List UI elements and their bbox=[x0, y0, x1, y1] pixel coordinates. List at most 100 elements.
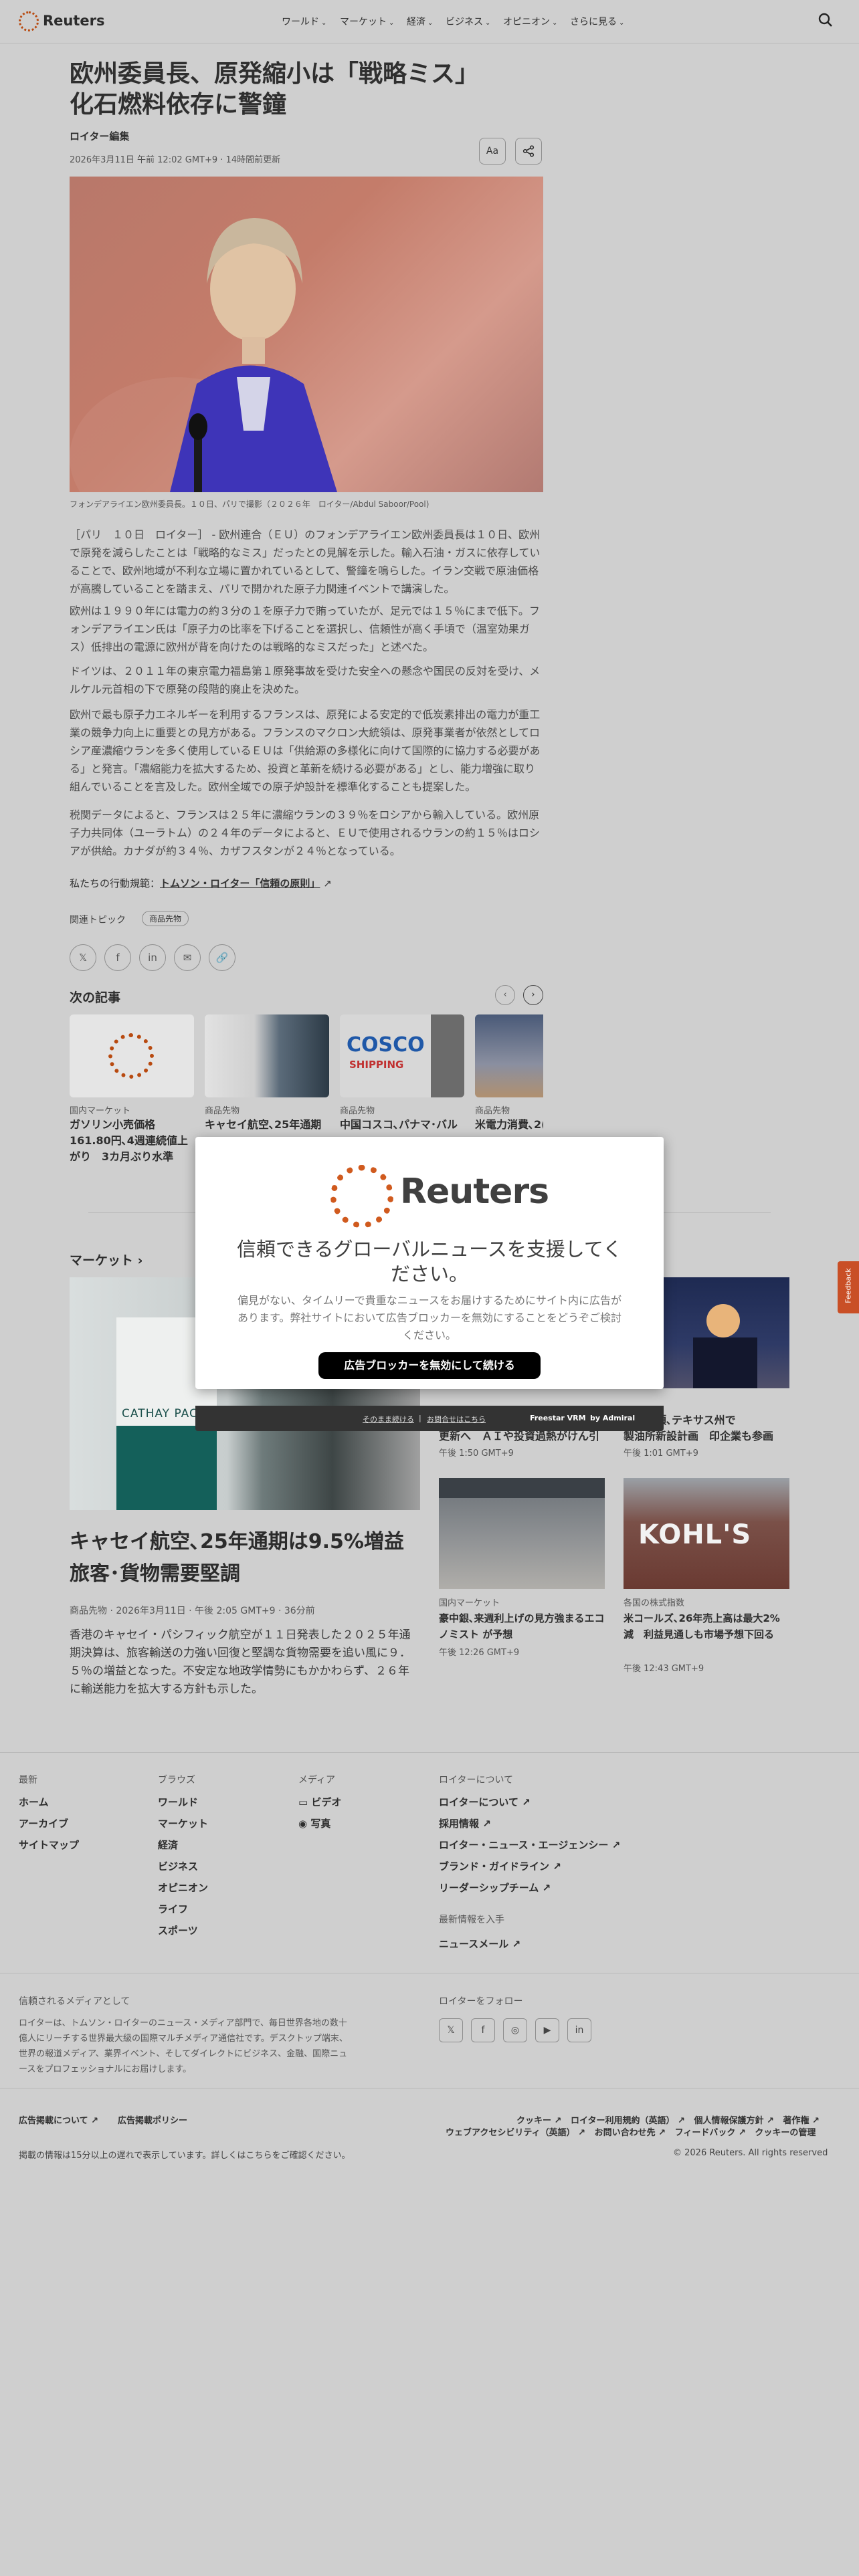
footer-link[interactable]: ニュースメール ↗ bbox=[439, 1937, 520, 1951]
footer-col-heading: 最新情報を入手 bbox=[439, 1915, 504, 1925]
text-size-button[interactable]: Aa bbox=[479, 138, 506, 165]
search-icon[interactable] bbox=[818, 12, 834, 28]
article-paragraph: ［パリ １０日 ロイター］ - 欧州連合（ＥＵ）のフォンデアライエン欧州委員長は… bbox=[70, 528, 541, 595]
external-link-icon: ↗ bbox=[88, 2116, 99, 2126]
nav-markets[interactable]: マーケット ⌄ bbox=[340, 15, 394, 28]
footer-link[interactable]: ロイター・ニュース・エージェンシー ↗ bbox=[439, 1838, 620, 1852]
footer-link[interactable]: ブランド・ガイドライン ↗ bbox=[439, 1859, 561, 1873]
brand-name[interactable]: Reuters bbox=[43, 13, 105, 29]
continue-link[interactable]: そのまま続ける bbox=[363, 1414, 414, 1424]
legal-link[interactable]: 個人情報保護方針 bbox=[694, 2116, 764, 2126]
feedback-tab[interactable]: Feedback bbox=[838, 1261, 859, 1313]
prev-arrow-icon[interactable]: ‹ bbox=[495, 985, 515, 1005]
modal-footer: そのまま続ける | お問合せはこちら Freestar VRM by Admir… bbox=[195, 1406, 664, 1431]
legal-link[interactable]: クッキー bbox=[516, 2116, 551, 2126]
card-title[interactable]: 中国コスコ､パナマ･バル bbox=[340, 1117, 464, 1133]
card-kicker[interactable]: 商品先物 bbox=[340, 1103, 375, 1116]
footer-link[interactable]: ワールド bbox=[158, 1795, 198, 1809]
next-articles-heading: 次の記事 bbox=[70, 990, 121, 1005]
next-article-thumb[interactable]: COSCO SHIPPING bbox=[340, 1014, 464, 1097]
x-icon[interactable]: 𝕏 bbox=[439, 2018, 463, 2042]
card-title[interactable]: キャセイ航空､25年通期 bbox=[205, 1117, 329, 1133]
x-icon[interactable]: 𝕏 bbox=[70, 944, 96, 971]
footer-link[interactable]: リーダーシップチーム ↗ bbox=[439, 1881, 551, 1895]
legal-link[interactable]: フィードバック bbox=[675, 2128, 736, 2138]
nav-more[interactable]: さらに見る ⌄ bbox=[570, 15, 624, 28]
share-button[interactable] bbox=[515, 138, 542, 165]
side-story-kicker[interactable]: 国内マーケット bbox=[439, 1596, 500, 1608]
ad-link[interactable]: 広告掲載ポリシー bbox=[118, 2113, 187, 2126]
footer-link[interactable]: ロイターについて ↗ bbox=[439, 1795, 531, 1809]
delay-note[interactable]: 掲載の情報は15分以上の遅れで表示しています。詳しくはこちらをご確認ください。 bbox=[19, 2148, 350, 2161]
modal-brand: Reuters bbox=[400, 1172, 549, 1212]
nav-business[interactable]: ビジネス ⌄ bbox=[446, 15, 490, 28]
legal-link[interactable]: ロイター利用規約（英語） bbox=[571, 2116, 674, 2126]
external-link-icon: ↗ bbox=[508, 1938, 521, 1950]
legal-link[interactable]: クッキーの管理 bbox=[755, 2128, 816, 2138]
link-icon[interactable]: 🔗 bbox=[209, 944, 235, 971]
next-article-thumb[interactable] bbox=[475, 1014, 543, 1097]
footer-link[interactable]: ライフ bbox=[158, 1902, 188, 1916]
footer-link[interactable]: アーカイブ bbox=[19, 1816, 68, 1830]
article-paragraph: 欧州は１９９０年には電力の約３分の１を原子力で賄っていたが、足元では１５％にまで… bbox=[70, 605, 540, 653]
side-story-photo[interactable] bbox=[439, 1478, 605, 1589]
trusted-text: ロイターは、トムソン・ロイターのニュース・メディア部門で、毎日世界各地の数十億人… bbox=[19, 2018, 348, 2074]
card-kicker[interactable]: 商品先物 bbox=[475, 1103, 510, 1116]
legal-link[interactable]: お問い合わせ先 bbox=[595, 2128, 656, 2138]
disable-adblock-button[interactable]: 広告ブロッカーを無効にして続ける bbox=[318, 1352, 541, 1379]
article-title-line-2: 化石燃料依存に警鐘 bbox=[70, 91, 287, 118]
footer-video-link[interactable]: ▭ ビデオ bbox=[298, 1795, 341, 1809]
chevron-right-icon: › bbox=[137, 1253, 143, 1268]
chevron-down-icon: ⌄ bbox=[552, 19, 558, 27]
contact-link[interactable]: お問合せはこちら bbox=[427, 1414, 486, 1424]
next-article-thumb[interactable] bbox=[205, 1014, 329, 1097]
side-story-photo[interactable]: KOHL'S bbox=[624, 1478, 789, 1589]
footer-link[interactable]: オピニオン bbox=[158, 1881, 208, 1895]
card-title[interactable]: 米電力消費､2( bbox=[475, 1117, 543, 1133]
nav-world[interactable]: ワールド ⌄ bbox=[282, 15, 326, 28]
legal-link[interactable]: ウェブアクセシビリティ（英語） bbox=[446, 2128, 575, 2138]
instagram-icon[interactable]: ◎ bbox=[503, 2018, 527, 2042]
mail-icon[interactable]: ✉ bbox=[174, 944, 201, 971]
reuters-logo-icon bbox=[330, 1165, 393, 1228]
footer-photo-link[interactable]: ◉ 写真 bbox=[298, 1816, 330, 1830]
linkedin-icon[interactable]: in bbox=[139, 944, 166, 971]
card-title[interactable]: ガソリン小売価格161.80円､4週連続値上がり 3カ月ぶり水準 bbox=[70, 1117, 194, 1165]
facebook-icon[interactable]: f bbox=[471, 2018, 495, 2042]
footer-link[interactable]: サイトマップ bbox=[19, 1838, 79, 1852]
footer-link[interactable]: 経済 bbox=[158, 1838, 178, 1852]
card-kicker[interactable]: 国内マーケット bbox=[70, 1103, 130, 1116]
trust-principles: 私たちの行動規範：トムソン・ロイター「信頼の原則」 ↗ bbox=[70, 876, 332, 890]
side-story-title[interactable]: 米コールズ､26年売上高は最大2%減 利益見通しも市場予想下回る bbox=[624, 1610, 789, 1642]
reuters-logo-icon[interactable] bbox=[19, 11, 39, 31]
side-story-kicker[interactable]: 各国の株式指数 bbox=[624, 1596, 684, 1608]
next-article-thumb[interactable] bbox=[70, 1014, 194, 1097]
markets-heading[interactable]: マーケット › bbox=[70, 1251, 142, 1269]
topic-tag[interactable]: 商品先物 bbox=[142, 911, 189, 926]
camera-icon: ◉ bbox=[298, 1818, 311, 1830]
next-arrow-icon[interactable]: › bbox=[523, 985, 543, 1005]
footer-link[interactable]: マーケット bbox=[158, 1816, 208, 1830]
markets-main-summary: 香港のキャセイ・パシフィック航空が１１日発表した２０２５年通期決算は、旅客輸送の… bbox=[70, 1628, 411, 1696]
card-kicker[interactable]: 商品先物 bbox=[205, 1103, 240, 1116]
footer-link[interactable]: ホーム bbox=[19, 1795, 49, 1809]
footer-link[interactable]: 採用情報 ↗ bbox=[439, 1816, 491, 1830]
legal-link[interactable]: 著作権 bbox=[783, 2116, 809, 2126]
principles-link[interactable]: トムソン・ロイター「信頼の原則」 bbox=[160, 877, 320, 889]
footer-link[interactable]: スポーツ bbox=[158, 1923, 198, 1937]
youtube-icon[interactable]: ▶ bbox=[535, 2018, 559, 2042]
footer-link[interactable]: ビジネス bbox=[158, 1859, 198, 1873]
side-story-time: 午後 1:01 GMT+9 bbox=[624, 1448, 698, 1459]
byline[interactable]: ロイター編集 bbox=[70, 129, 129, 143]
footer-col-heading: ロイターについて bbox=[439, 1775, 514, 1786]
side-story-title[interactable]: 豪中銀､来週利上げの見方強まるエコノミスト が予想 bbox=[439, 1610, 605, 1642]
copyright: © 2026 Reuters. All rights reserved bbox=[673, 2148, 828, 2158]
principles-prefix: 私たちの行動規範： bbox=[70, 877, 161, 889]
nav-opinion[interactable]: オピニオン ⌄ bbox=[503, 15, 557, 28]
facebook-icon[interactable]: f bbox=[104, 944, 131, 971]
markets-main-title[interactable]: キャセイ航空､25年通期は9.5%増益 旅客･貨物需要堅調 bbox=[70, 1526, 424, 1590]
nav-economy[interactable]: 経済 ⌄ bbox=[407, 15, 433, 28]
ad-link[interactable]: 広告掲載について ↗ bbox=[19, 2113, 98, 2126]
article-paragraph: 税関データによると、フランスは２５年に濃縮ウランの３９％をロシアから輸入している… bbox=[70, 809, 540, 857]
linkedin-icon[interactable]: in bbox=[567, 2018, 591, 2042]
